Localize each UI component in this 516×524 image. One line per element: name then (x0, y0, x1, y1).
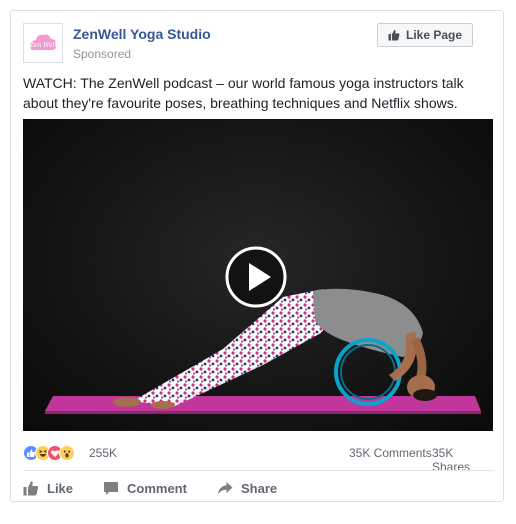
post-text: WATCH: The ZenWell podcast – our world f… (23, 75, 464, 111)
video-player[interactable] (23, 119, 493, 431)
comments-count-link[interactable]: 35K Comments (349, 446, 432, 460)
page-avatar[interactable]: Zen Well (23, 23, 63, 63)
sponsored-label[interactable]: Sponsored (73, 47, 131, 61)
thumbs-up-icon (388, 29, 400, 41)
share-label: Share (241, 480, 278, 496)
actions-divider (23, 470, 493, 471)
comment-label: Comment (127, 480, 187, 496)
like-label: Like (47, 480, 74, 496)
logo-text: Zen Well (29, 42, 57, 49)
reaction-count[interactable]: 255K (89, 446, 117, 460)
share-button[interactable]: Share (217, 478, 277, 498)
wow-reaction-icon (59, 445, 75, 461)
zenwell-logo: Zen Well (29, 34, 57, 50)
like-page-button[interactable]: Like Page (377, 23, 473, 47)
post-stats-bar: 255K 35K Comments 35K Shares (23, 441, 493, 474)
thumbs-up-icon (23, 481, 39, 496)
comment-icon (104, 482, 118, 495)
page-name-link[interactable]: ZenWell Yoga Studio (73, 26, 211, 42)
reaction-icons[interactable] (23, 445, 75, 461)
sponsored-post-card: Zen Well ZenWell Yoga Studio Sponsored L… (10, 10, 504, 502)
like-page-label: Like Page (405, 28, 463, 42)
play-icon[interactable] (225, 246, 287, 308)
like-button[interactable]: Like (23, 478, 73, 498)
comment-button[interactable]: Comment (103, 478, 187, 498)
share-icon (218, 482, 233, 495)
